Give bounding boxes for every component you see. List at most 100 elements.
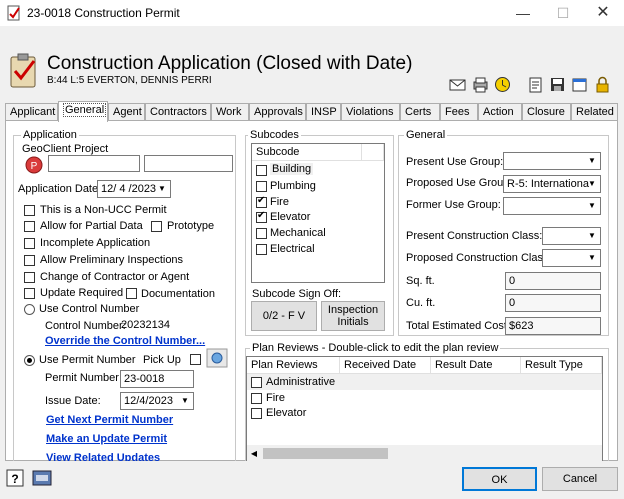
close-button[interactable]: ✕: [583, 0, 623, 26]
subcodes-legend: Subcodes: [248, 129, 301, 141]
plan-review-label-administrative: Administrative: [266, 376, 336, 388]
tab-action[interactable]: Action: [478, 103, 522, 121]
proposed-use-select[interactable]: R-5: Internationa ▼: [503, 175, 601, 193]
inspection-initials-button[interactable]: Inspection Initials: [321, 301, 385, 331]
app-date-picker[interactable]: 12/ 4 /2023 ▼: [97, 180, 171, 198]
use-control-radio[interactable]: [24, 304, 35, 315]
subcode-checkbox-electrical[interactable]: [256, 244, 267, 255]
subcode-label-electrical: Electrical: [270, 243, 315, 255]
horizontal-scrollbar[interactable]: ◀: [247, 445, 602, 462]
app-date-value: 12/ 4 /2023: [101, 183, 157, 195]
total-cost-field[interactable]: $623: [505, 317, 601, 335]
present-class-select[interactable]: ▼: [542, 227, 601, 245]
use-control-label: Use Control Number: [39, 303, 140, 315]
prototype-checkbox[interactable]: [151, 221, 162, 232]
tab-fees[interactable]: Fees: [440, 103, 478, 121]
tab-contractors[interactable]: Contractors: [145, 103, 211, 121]
tab-agent[interactable]: Agent: [108, 103, 145, 121]
update-permit-link[interactable]: Make an Update Permit: [46, 433, 167, 445]
scroll-left-icon[interactable]: ◀: [247, 445, 261, 462]
plan-review-checkbox-fire[interactable]: [251, 393, 262, 404]
subcode-checkbox-building[interactable]: [256, 165, 267, 176]
cuft-field[interactable]: 0: [505, 294, 601, 312]
subcode-checkbox-elevator[interactable]: [256, 210, 267, 223]
plan-reviews-col-result-date[interactable]: Result Date: [431, 357, 521, 374]
scrollbar-thumb[interactable]: [263, 448, 388, 459]
pickup-checkbox[interactable]: [190, 354, 201, 365]
override-control-link[interactable]: Override the Control Number...: [45, 335, 205, 347]
new-document-icon[interactable]: [527, 76, 544, 93]
prelim-inspections-label: Allow Preliminary Inspections: [40, 254, 184, 266]
tab-insp[interactable]: INSP: [306, 103, 341, 121]
issue-date-picker[interactable]: 12/4/2023 ▼: [120, 392, 194, 410]
window-title: 23-0018 Construction Permit: [27, 6, 180, 20]
tab-work[interactable]: Work: [211, 103, 249, 121]
documentation-label: Documentation: [141, 288, 215, 300]
tab-general-label: General: [63, 103, 107, 117]
geoclient-field-1[interactable]: [48, 155, 140, 172]
cancel-button[interactable]: Cancel: [542, 467, 618, 491]
inspection-initials-line1: Inspection: [327, 304, 379, 316]
plan-reviews-col-name[interactable]: Plan Reviews: [247, 357, 340, 374]
minimize-button[interactable]: —: [503, 0, 543, 26]
related-updates-link[interactable]: View Related Updates: [46, 452, 160, 461]
former-use-select[interactable]: ▼: [503, 197, 601, 215]
permit-number-field[interactable]: 23-0018: [120, 370, 194, 388]
keyboard-icon[interactable]: [32, 469, 52, 487]
subcode-checkbox-plumbing[interactable]: [256, 181, 267, 192]
tab-related[interactable]: Related: [571, 103, 618, 121]
subcode-column-header[interactable]: Subcode: [252, 144, 362, 161]
use-permit-radio[interactable]: [24, 355, 35, 366]
permit-number-label: Permit Number:: [45, 372, 123, 384]
geoclient-pin-icon[interactable]: P: [24, 155, 44, 175]
issue-date-label: Issue Date:: [45, 395, 101, 407]
subcode-label-elevator: Elevator: [270, 211, 311, 223]
control-number-value: 20232134: [121, 319, 170, 331]
plan-reviews-col-result-type[interactable]: Result Type: [521, 357, 602, 374]
incomplete-checkbox[interactable]: [24, 238, 35, 249]
tab-applicant[interactable]: Applicant: [5, 103, 58, 121]
cuft-label: Cu. ft.: [406, 297, 436, 309]
tab-general[interactable]: General: [58, 101, 108, 122]
subcode-checkbox-mechanical[interactable]: [256, 228, 267, 239]
pickup-lookup-icon[interactable]: [206, 348, 228, 368]
tab-approvals[interactable]: Approvals: [249, 103, 306, 121]
chevron-down-icon: ▼: [588, 253, 596, 262]
plan-review-checkbox-elevator[interactable]: [251, 408, 262, 419]
partial-data-checkbox[interactable]: [24, 221, 35, 232]
tab-closure[interactable]: Closure: [522, 103, 571, 121]
ok-button[interactable]: OK: [462, 467, 537, 491]
inspection-initials-line2: Initials: [337, 316, 369, 328]
proposed-class-select[interactable]: ▼: [542, 249, 601, 267]
calendar-icon[interactable]: [571, 76, 588, 93]
change-contractor-checkbox[interactable]: [24, 272, 35, 283]
sqft-field[interactable]: 0: [505, 272, 601, 290]
proposed-use-value: R-5: Internationa: [507, 178, 589, 190]
plan-reviews-legend: Plan Reviews - Double-click to edit the …: [250, 342, 501, 354]
subcode-signoff-button[interactable]: 0/2 - F V: [251, 301, 317, 331]
save-icon[interactable]: [549, 76, 566, 93]
non-ucc-checkbox[interactable]: [24, 205, 35, 216]
issue-date-value: 12/4/2023: [124, 395, 173, 407]
tab-violations[interactable]: Violations: [341, 103, 400, 121]
geoclient-field-2[interactable]: [144, 155, 233, 172]
related-link-clip: View Related Updates: [13, 452, 236, 461]
svg-text:P: P: [31, 161, 38, 172]
plan-reviews-col-received[interactable]: Received Date: [340, 357, 431, 374]
present-use-select[interactable]: ▼: [503, 152, 601, 170]
lock-icon[interactable]: [594, 76, 611, 93]
update-required-checkbox[interactable]: [24, 288, 35, 299]
tab-certs[interactable]: Certs: [400, 103, 440, 121]
application-legend: Application: [21, 129, 79, 141]
next-permit-link[interactable]: Get Next Permit Number: [46, 414, 173, 426]
print-icon[interactable]: [472, 76, 489, 93]
subcode-checkbox-fire[interactable]: [256, 195, 267, 208]
documentation-checkbox[interactable]: [126, 288, 137, 299]
maximize-button[interactable]: ☐: [543, 0, 583, 26]
clock-icon[interactable]: [494, 76, 511, 93]
prelim-inspections-checkbox[interactable]: [24, 255, 35, 266]
clipboard-icon: [10, 53, 36, 88]
help-icon[interactable]: ?: [6, 469, 24, 487]
mail-icon[interactable]: [449, 76, 466, 93]
plan-review-checkbox-administrative[interactable]: [251, 377, 262, 388]
